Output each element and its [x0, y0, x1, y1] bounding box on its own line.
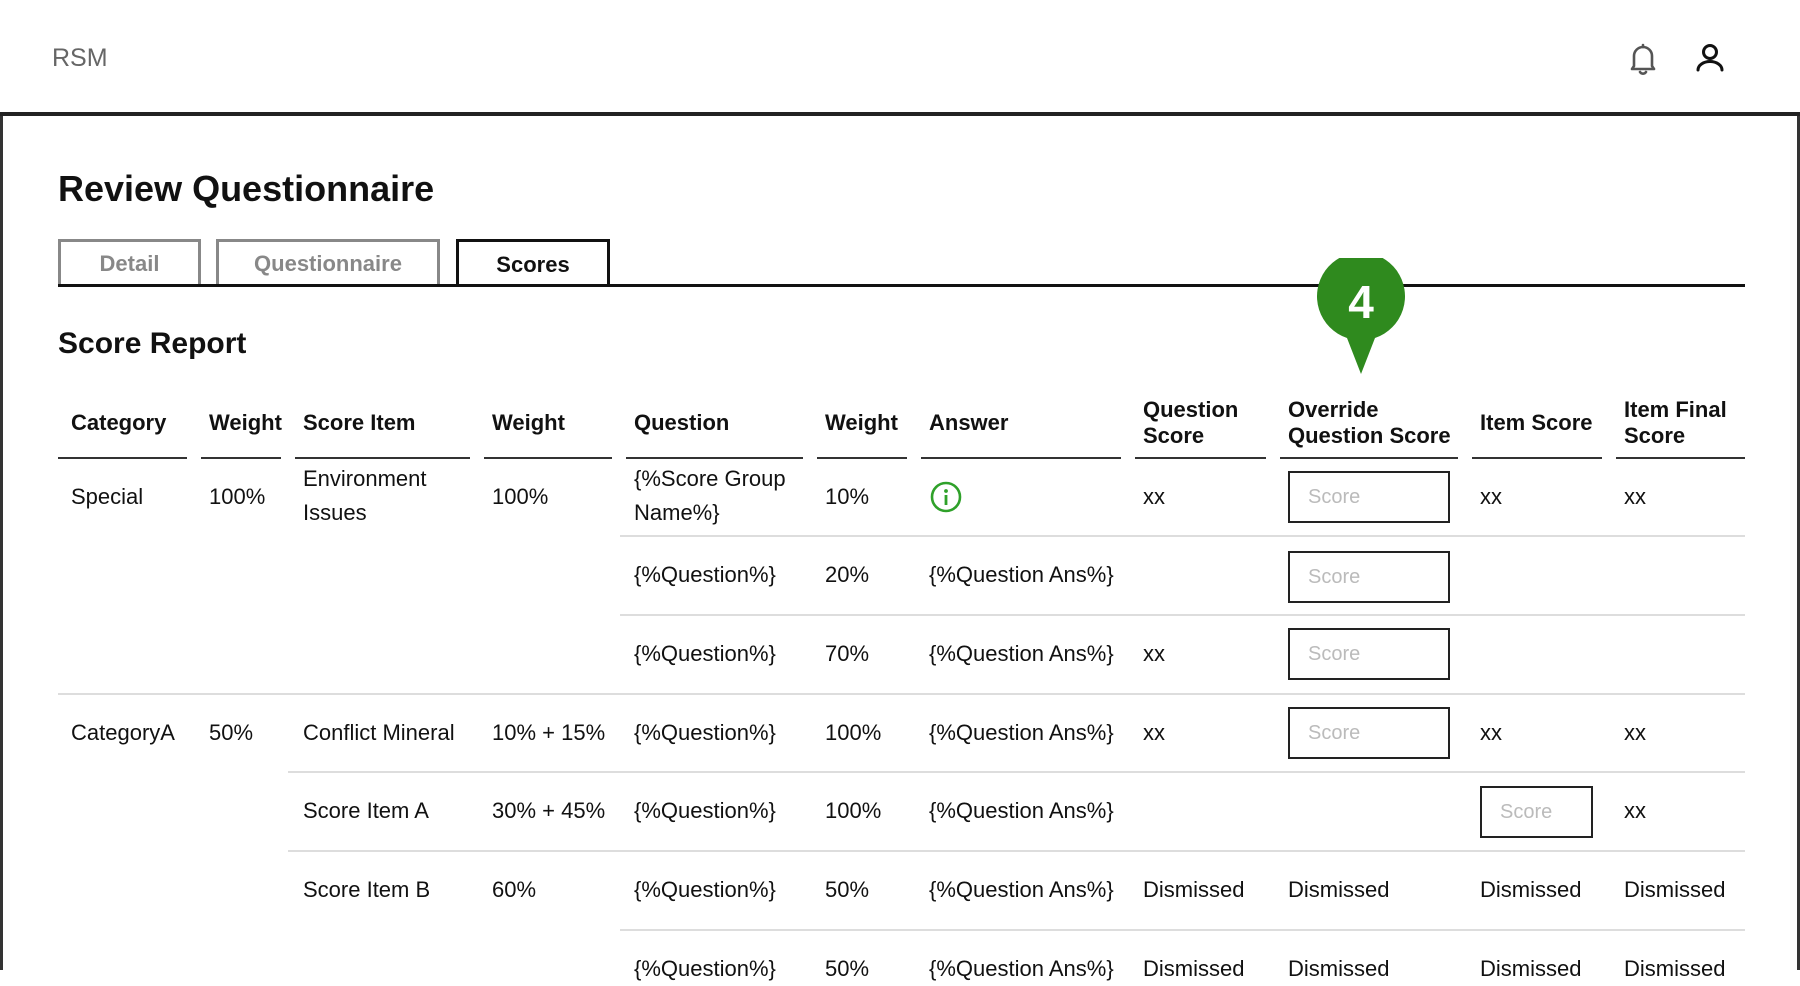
row-divider	[620, 929, 1745, 931]
tab-label: Detail	[99, 251, 160, 276]
column-gap	[470, 457, 484, 459]
column-gap	[1458, 457, 1472, 459]
cell-override-score: Dismissed	[1288, 877, 1390, 902]
cell-answer: {%Question Ans%}	[929, 720, 1114, 745]
info-icon[interactable]	[930, 481, 962, 513]
cell-item-score: xx	[1480, 484, 1502, 509]
cell-item-score: Dismissed	[1480, 877, 1582, 902]
cell-answer: {%Question Ans%}	[929, 641, 1114, 666]
header-item-weight: Weight	[492, 410, 565, 435]
cell-answer: {%Question Ans%}	[929, 956, 1114, 981]
cell-score-item: Score Item B	[303, 877, 431, 902]
header-answer: Answer	[929, 410, 1009, 435]
column-gap	[612, 457, 626, 459]
cell-question-score: Dismissed	[1143, 877, 1245, 902]
cell-item-score: Dismissed	[1480, 956, 1582, 981]
tab-questionnaire[interactable]: Questionnaire	[216, 239, 440, 286]
column-gap	[187, 457, 201, 459]
header-category-weight: Weight	[209, 410, 282, 435]
override-score-input[interactable]	[1288, 628, 1450, 680]
cell-item-weight: 10% + 15%	[492, 720, 606, 745]
cell-item-weight: 60%	[492, 877, 537, 902]
item-score-input[interactable]	[1480, 786, 1593, 838]
cell-item-final-score: xx	[1624, 798, 1646, 823]
cell-answer: {%Question Ans%}	[929, 798, 1114, 823]
cell-question: {%Question%}	[634, 641, 776, 666]
cell-answer: {%Question Ans%}	[929, 562, 1114, 587]
row-divider	[288, 850, 1745, 852]
override-score-input[interactable]	[1288, 707, 1450, 759]
column-gap	[907, 457, 921, 459]
cell-question-score: Dismissed	[1143, 956, 1245, 981]
cell-question: {%Question%}	[634, 877, 776, 902]
cell-item-weight: 30% + 45%	[492, 798, 606, 823]
cell-question: {%Question%}	[634, 798, 776, 823]
cell-score-item: Environment Issues	[303, 466, 427, 525]
cell-category-weight: 100%	[209, 484, 266, 509]
header-score-item: Score Item	[303, 410, 416, 435]
cell-score-item: Conflict Mineral	[303, 720, 455, 745]
cell-category: CategoryA	[71, 720, 175, 745]
cell-item-final-score: xx	[1624, 720, 1646, 745]
cell-question-score: xx	[1143, 484, 1165, 509]
header-override-question-score: Override Question Score	[1288, 397, 1451, 448]
cell-question: {%Score Group Name%}	[634, 466, 786, 525]
header-item-final-score: Item Final Score	[1624, 397, 1727, 448]
bell-icon[interactable]	[1625, 40, 1661, 76]
cell-question-weight: 20%	[825, 562, 870, 587]
page-title: Review Questionnaire	[58, 168, 435, 209]
tab-label: Scores	[496, 251, 570, 277]
cell-score-item: Score Item A	[303, 798, 429, 823]
row-divider	[58, 693, 1745, 695]
header-item-score: Item Score	[1480, 410, 1593, 435]
top-navigation-bar: RSM	[0, 0, 1800, 116]
row-divider	[288, 771, 1745, 773]
override-score-input[interactable]	[1288, 471, 1450, 523]
row-divider	[620, 535, 1745, 537]
cell-category: Special	[71, 484, 144, 509]
cell-item-final-score: Dismissed	[1624, 877, 1726, 902]
header-divider	[58, 457, 1745, 459]
cell-question-weight: 70%	[825, 641, 870, 666]
cell-item-score: xx	[1480, 720, 1502, 745]
header-question-weight: Weight	[825, 410, 898, 435]
cell-question-weight: 50%	[825, 877, 870, 902]
row-divider	[620, 614, 1745, 616]
cell-override-score: Dismissed	[1288, 956, 1390, 981]
cell-question: {%Question%}	[634, 562, 776, 587]
cell-question-weight: 100%	[825, 798, 882, 823]
column-gap	[1121, 457, 1135, 459]
cell-question-weight: 50%	[825, 956, 870, 981]
annotation-marker: 4	[1317, 252, 1405, 374]
header-category: Category	[71, 410, 167, 435]
column-gap	[281, 457, 295, 459]
cell-question: {%Question%}	[634, 956, 776, 981]
header-question: Question	[634, 410, 730, 435]
override-score-input[interactable]	[1288, 551, 1450, 603]
cell-item-final-score: Dismissed	[1624, 956, 1726, 981]
column-gap	[803, 457, 817, 459]
tab-detail[interactable]: Detail	[58, 239, 201, 286]
cell-question: {%Question%}	[634, 720, 776, 745]
section-title: Score Report	[58, 327, 247, 360]
annotation-number: 4	[1348, 276, 1374, 328]
user-icon[interactable]	[1692, 40, 1728, 76]
column-gap	[1266, 457, 1280, 459]
cell-category-weight: 50%	[209, 720, 254, 745]
cell-question-weight: 10%	[825, 484, 870, 509]
cell-question-weight: 100%	[825, 720, 882, 745]
column-gap	[1602, 457, 1616, 459]
cell-question-score: xx	[1143, 641, 1165, 666]
tab-label: Questionnaire	[254, 251, 402, 276]
tabs-underline	[58, 284, 1745, 287]
brand-name: RSM	[52, 44, 108, 72]
cell-item-final-score: xx	[1624, 484, 1646, 509]
tab-scores[interactable]: Scores	[456, 239, 610, 287]
cell-question-score: xx	[1143, 720, 1165, 745]
cell-answer: {%Question Ans%}	[929, 877, 1114, 902]
cell-item-weight: 100%	[492, 484, 549, 509]
header-question-score: Question Score	[1143, 397, 1239, 448]
